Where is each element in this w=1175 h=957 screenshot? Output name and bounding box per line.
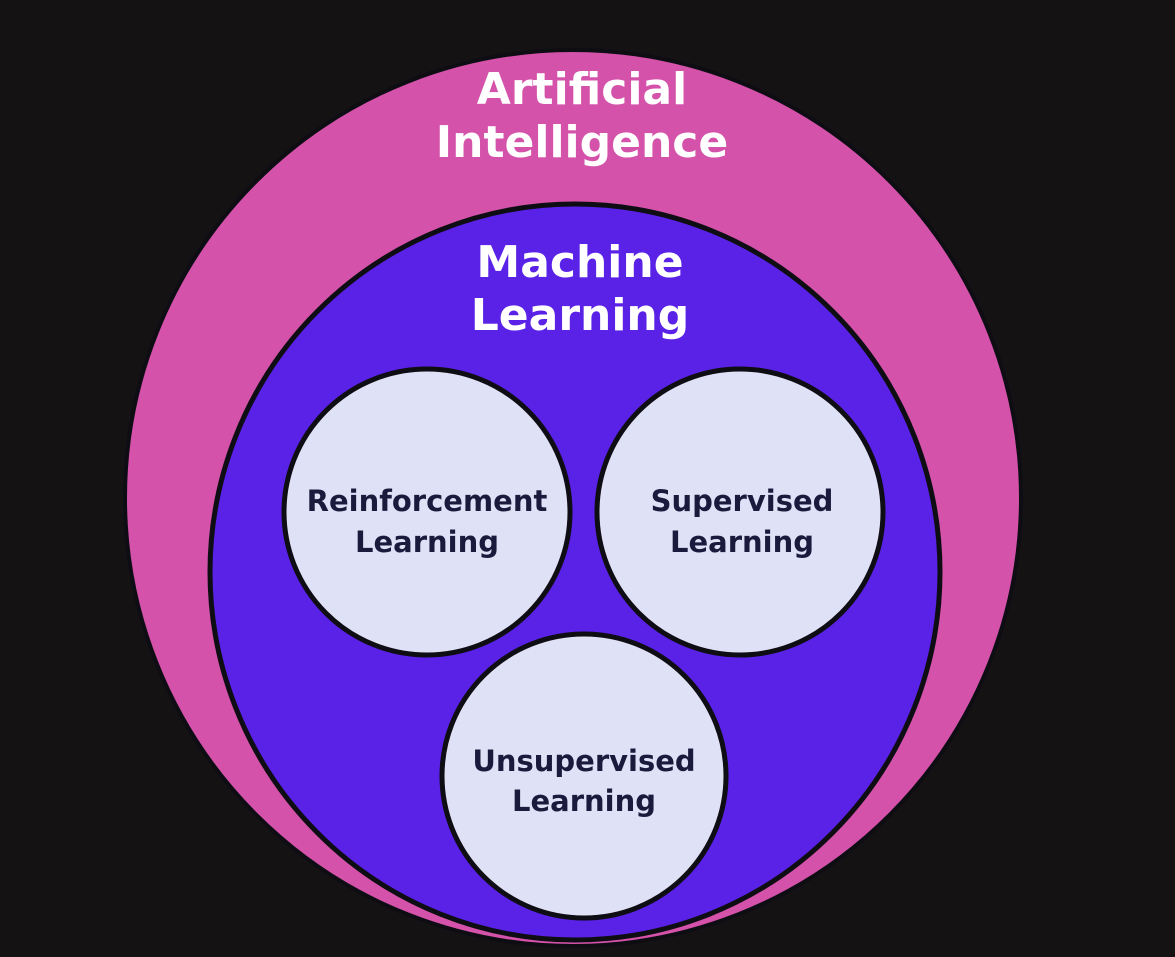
ai-label-line1: Artificial — [477, 64, 687, 115]
diagram-stage: Artificial Intelligence Machine Learning… — [0, 0, 1175, 957]
supervised-label-line1: Supervised — [651, 484, 834, 518]
ai-label-line2: Intelligence — [436, 117, 728, 168]
reinforcement-label-line2: Learning — [355, 525, 499, 559]
ml-label-line1: Machine — [476, 237, 683, 288]
ml-label-line2: Learning — [471, 290, 690, 341]
unsupervised-label-line1: Unsupervised — [472, 744, 695, 778]
supervised-label-line2: Learning — [670, 525, 814, 559]
ai-ml-venn-diagram: Artificial Intelligence Machine Learning… — [123, 48, 1023, 948]
unsupervised-label-line2: Learning — [512, 784, 656, 818]
reinforcement-label-line1: Reinforcement — [307, 484, 548, 518]
